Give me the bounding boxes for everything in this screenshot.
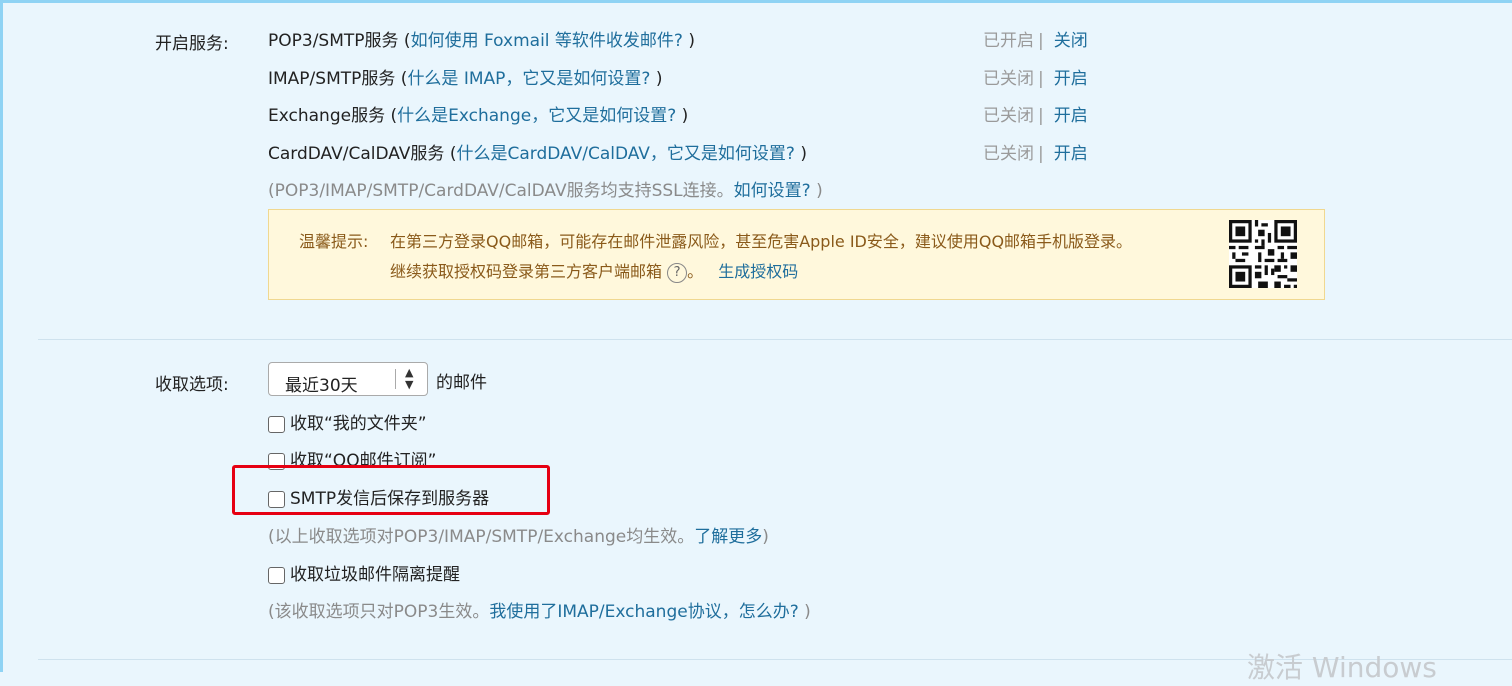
option-my-folders: 收取“我的文件夹” <box>268 409 427 434</box>
service-name: IMAP/SMTP服务 <box>268 69 396 89</box>
receive-range-select[interactable]: 最近30天 ▲ ▼ <box>268 362 428 396</box>
service-help-link[interactable]: 什么是Exchange，它又是如何设置? <box>397 106 676 126</box>
service-name: CardDAV/CalDAV服务 <box>268 144 445 164</box>
service-status-carddav: 已关闭 | 开启 <box>983 144 1088 164</box>
tip-line-2: 继续获取授权码登录第三方客户端邮箱 ?。 生成授权码 <box>390 262 799 283</box>
services-label: 开启服务: <box>155 34 229 54</box>
service-toggle-link[interactable]: 开启 <box>1054 144 1088 164</box>
service-toggle-link[interactable]: 开启 <box>1054 69 1088 89</box>
highlight-box <box>232 465 550 515</box>
tip-title: 温馨提示: <box>299 232 369 251</box>
service-status-imap: 已关闭 | 开启 <box>983 69 1088 89</box>
service-toggle-link[interactable]: 开启 <box>1054 106 1088 126</box>
checkbox-junk-alert[interactable] <box>268 566 285 584</box>
security-tip-box: 温馨提示: 在第三方登录QQ邮箱，可能存在邮件泄露风险，甚至危害Apple ID… <box>268 209 1325 300</box>
ssl-help-link[interactable]: 如何设置? <box>734 181 811 201</box>
receive-label: 收取选项: <box>155 375 229 395</box>
service-row-exchange: Exchange服务 (什么是Exchange，它又是如何设置? ) <box>268 106 689 126</box>
service-name: Exchange服务 <box>268 106 386 126</box>
select-separator <box>395 369 396 389</box>
service-help-link[interactable]: 什么是CardDAV/CalDAV，它又是如何设置? <box>456 144 794 164</box>
question-mark-icon[interactable]: ? <box>667 262 688 283</box>
ssl-note: (POP3/IMAP/SMTP/CardDAV/CalDAV服务均支持SSL连接… <box>268 181 823 201</box>
service-status-exchange: 已关闭 | 开启 <box>983 106 1088 126</box>
service-row-pop3: POP3/SMTP服务 (如何使用 Foxmail 等软件收发邮件? ) <box>268 31 695 51</box>
service-row-carddav: CardDAV/CalDAV服务 (什么是CardDAV/CalDAV，它又是如… <box>268 144 807 164</box>
generate-auth-code-link[interactable]: 生成授权码 <box>718 262 798 281</box>
option-junk-alert: 收取垃圾邮件隔离提醒 <box>268 560 460 585</box>
service-name: POP3/SMTP服务 <box>268 31 399 51</box>
service-help-link[interactable]: 什么是 IMAP，它又是如何设置? <box>407 69 650 89</box>
top-border <box>0 0 1512 3</box>
tip-line-1: 在第三方登录QQ邮箱，可能存在邮件泄露风险，甚至危害Apple ID安全，建议使… <box>390 232 1133 251</box>
service-row-imap: IMAP/SMTP服务 (什么是 IMAP，它又是如何设置? ) <box>268 69 663 89</box>
select-arrows-icon: ▲ ▼ <box>405 366 414 391</box>
checkbox-my-folders[interactable] <box>268 415 285 433</box>
select-value: 最近30天 <box>285 376 358 396</box>
receive-note-1: (以上收取选项对POP3/IMAP/SMTP/Exchange均生效。了解更多) <box>268 527 769 547</box>
receive-note-2: (该收取选项只对POP3生效。我使用了IMAP/Exchange协议，怎么办? … <box>268 602 811 622</box>
left-border <box>0 3 3 672</box>
qr-code-icon <box>1229 220 1297 288</box>
service-status-pop3: 已开启 | 关闭 <box>983 31 1088 51</box>
section-divider <box>38 339 1512 340</box>
imap-help-link[interactable]: 我使用了IMAP/Exchange协议，怎么办? <box>489 602 798 622</box>
service-toggle-link[interactable]: 关闭 <box>1054 31 1088 51</box>
learn-more-link[interactable]: 了解更多 <box>694 527 762 547</box>
select-suffix: 的邮件 <box>436 373 487 393</box>
windows-activation-watermark: 激活 Windows <box>1247 651 1437 684</box>
service-help-link[interactable]: 如何使用 Foxmail 等软件收发邮件? <box>411 31 683 51</box>
